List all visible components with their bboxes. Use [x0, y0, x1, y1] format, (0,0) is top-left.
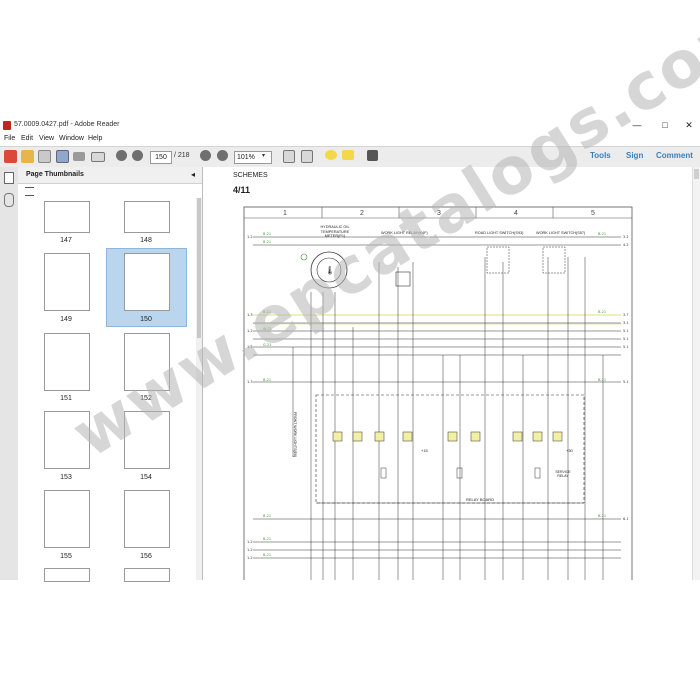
svg-text:B-21: B-21 — [598, 232, 606, 236]
svg-text:1.2: 1.2 — [247, 556, 253, 560]
service-relay-label: SERVICE RELAY — [555, 470, 571, 478]
save-icon[interactable] — [56, 150, 69, 163]
thumbnail-156[interactable] — [124, 490, 170, 548]
menu-help[interactable]: Help — [88, 135, 102, 142]
document-scrollbar-thumb[interactable] — [694, 169, 699, 179]
fit-page-icon[interactable] — [283, 150, 295, 163]
open-folder-icon[interactable] — [21, 150, 34, 163]
thumbnail-158-partial[interactable] — [124, 568, 170, 582]
thumbnail-157-partial[interactable] — [44, 568, 90, 582]
relay-board-label: RELAY BOARD — [466, 497, 495, 502]
svg-text:5.1: 5.1 — [623, 329, 629, 333]
svg-text:5.1: 5.1 — [623, 380, 629, 384]
supply-15-label: +15 — [421, 448, 428, 453]
thumbnail-150[interactable] — [124, 253, 170, 311]
svg-text:5.1: 5.1 — [623, 337, 629, 341]
thumbnail-label: 153 — [60, 474, 72, 481]
supply-30-label: +30 — [566, 448, 573, 453]
svg-text:B-21: B-21 — [598, 378, 606, 382]
menu-window[interactable]: Window — [59, 135, 84, 142]
highlight-icon[interactable] — [342, 150, 354, 160]
navigation-rail — [0, 167, 19, 580]
svg-text:B-21: B-21 — [263, 232, 271, 236]
svg-text:1.2: 1.2 — [247, 235, 253, 239]
collapse-panel-icon[interactable]: ◂ — [191, 170, 195, 179]
comment-pane-link[interactable]: Comment — [656, 151, 693, 160]
acrobat-app-icon — [3, 121, 11, 130]
page-thumbnails-icon[interactable] — [4, 172, 14, 184]
svg-text:6.1: 6.1 — [623, 517, 629, 521]
email-icon[interactable] — [91, 152, 105, 162]
print-icon[interactable] — [73, 152, 85, 161]
expand-icon[interactable] — [367, 150, 378, 161]
thumbnail-label: 149 — [60, 316, 72, 323]
create-pdf-icon[interactable] — [4, 150, 17, 163]
svg-text:1.2: 1.2 — [247, 540, 253, 544]
zoom-out-icon[interactable] — [200, 150, 211, 161]
thumbnails-panel-title: Page Thumbnails — [26, 171, 84, 178]
edit-document-icon[interactable] — [38, 150, 51, 163]
svg-text:B-21: B-21 — [263, 553, 271, 557]
menu-file[interactable]: File — [4, 135, 15, 142]
svg-text:1.3: 1.3 — [247, 380, 253, 384]
next-page-icon[interactable] — [132, 150, 143, 161]
zoom-dropdown-icon[interactable]: ▾ — [262, 152, 265, 159]
thumbnail-148[interactable] — [124, 201, 170, 233]
thumbnail-label: 156 — [140, 553, 152, 560]
zoom-level-select[interactable]: 101% — [234, 151, 272, 164]
menu-edit[interactable]: Edit — [21, 135, 33, 142]
svg-text:1.2: 1.2 — [247, 548, 253, 552]
svg-text:B-21: B-21 — [263, 378, 271, 382]
attachments-icon[interactable] — [4, 193, 14, 207]
sticky-note-icon[interactable] — [325, 150, 337, 160]
svg-text:B-21: B-21 — [598, 310, 606, 314]
thumbnail-label: 148 — [140, 237, 152, 244]
svg-text:3.2: 3.2 — [623, 235, 629, 239]
svg-text:B-21: B-21 — [598, 514, 606, 518]
page-total-label: / 218 — [174, 152, 190, 159]
close-button[interactable]: ✕ — [676, 118, 700, 133]
thumbnail-149[interactable] — [44, 253, 90, 311]
svg-text:5.1: 5.1 — [623, 345, 629, 349]
window-title: 57.0009.0427.pdf - Adobe Reader — [14, 121, 120, 128]
work-light-switch-label: WORK LIGHT SWITCH(S57) — [536, 231, 586, 235]
scroll-mode-icon[interactable] — [301, 150, 313, 163]
thumbnail-151[interactable] — [44, 333, 90, 391]
svg-text:B-21: B-21 — [263, 537, 271, 541]
svg-text:B-21: B-21 — [263, 240, 271, 244]
svg-text:3.7: 3.7 — [623, 313, 629, 317]
thumbnails-options — [18, 184, 202, 198]
thumbnails-scrollbar-thumb[interactable] — [197, 198, 201, 338]
front-work-lights-label: FRONT WORK LIGHTS(E6) — [293, 412, 297, 458]
menu-view[interactable]: View — [39, 135, 54, 142]
previous-page-icon[interactable] — [116, 150, 127, 161]
thumbnails-panel-header: Page Thumbnails ◂ — [18, 167, 202, 184]
options-menu-icon[interactable] — [25, 187, 34, 196]
document-scrollbar[interactable] — [692, 167, 700, 580]
thumbnail-147[interactable] — [44, 201, 90, 233]
sign-pane-link[interactable]: Sign — [626, 151, 643, 160]
svg-text:4.2: 4.2 — [623, 243, 629, 247]
svg-text:B-21: B-21 — [263, 514, 271, 518]
thumbnail-label: 154 — [140, 474, 152, 481]
thumbnail-label: 147 — [60, 237, 72, 244]
thumbnail-155[interactable] — [44, 490, 90, 548]
svg-text:3.1: 3.1 — [623, 321, 629, 325]
thumbnail-label: 150 — [140, 316, 152, 323]
zoom-in-icon[interactable] — [217, 150, 228, 161]
thumbnail-label: 155 — [60, 553, 72, 560]
page-number-input[interactable]: 150 — [150, 151, 172, 164]
